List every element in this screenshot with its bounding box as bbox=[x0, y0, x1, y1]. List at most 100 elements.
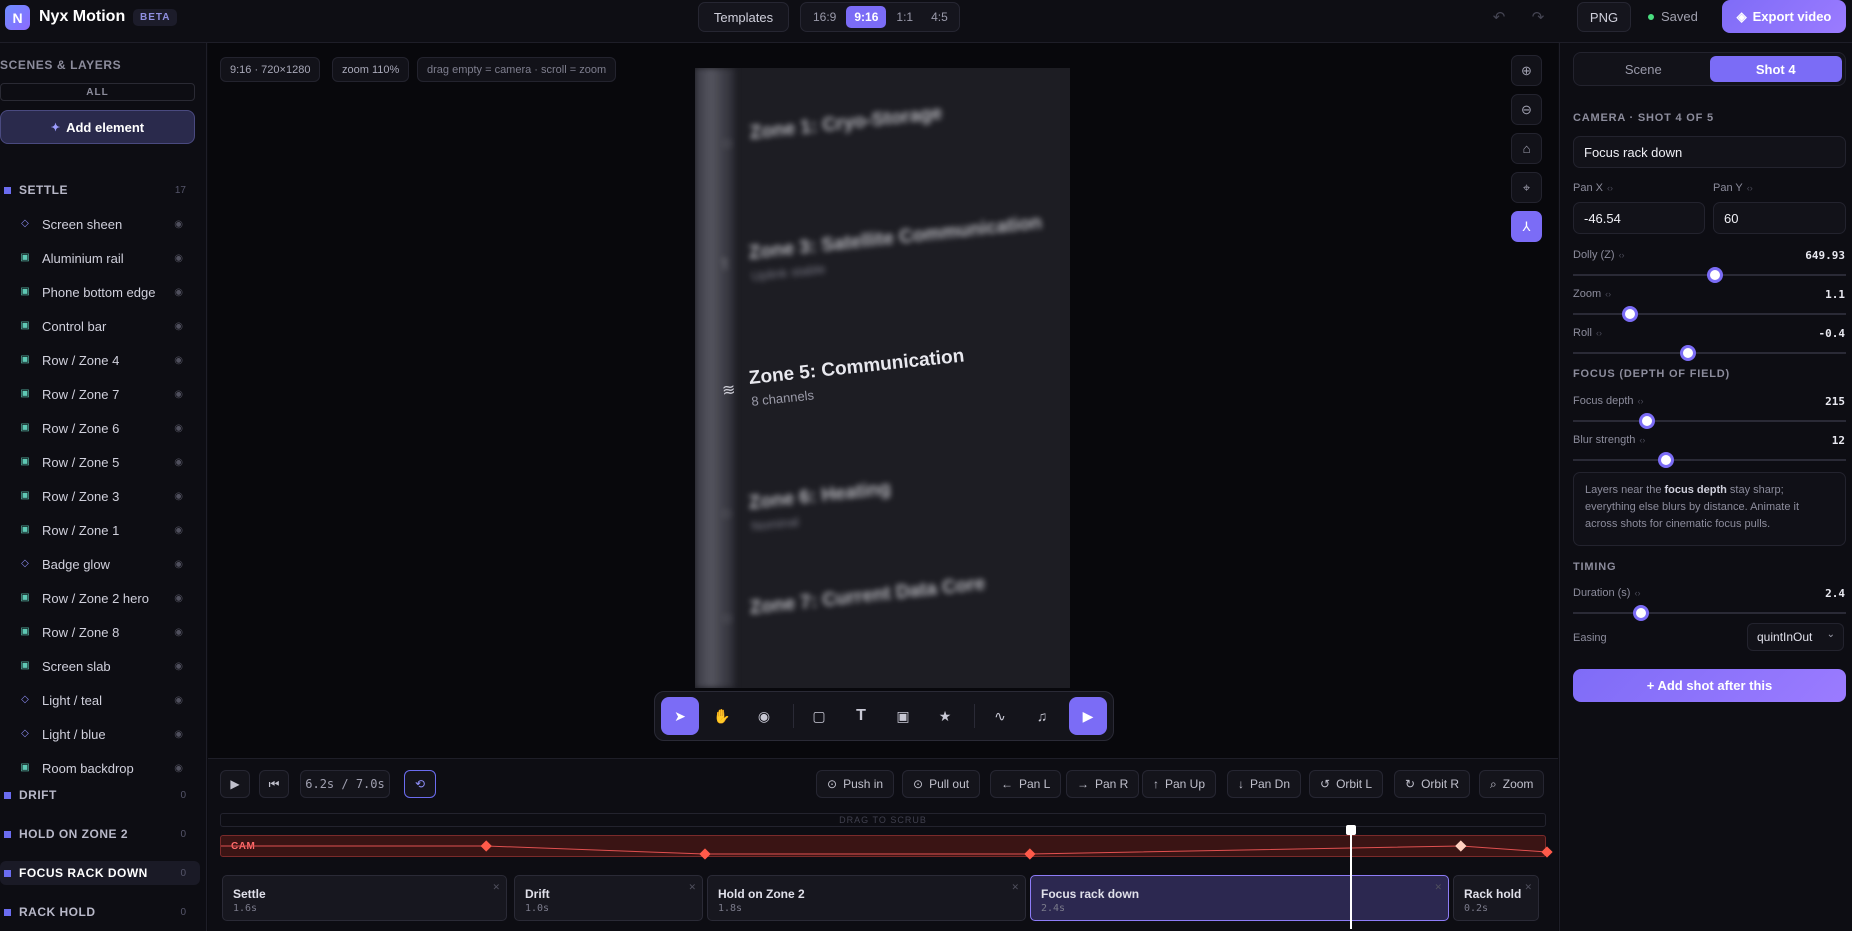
keyframe-diamond[interactable] bbox=[1455, 840, 1467, 852]
pulse-icon[interactable]: ∿ bbox=[981, 697, 1019, 735]
group-settle[interactable]: SETTLE 17 bbox=[0, 178, 200, 202]
slider-knob[interactable] bbox=[1633, 605, 1650, 621]
ratio-1-1[interactable]: 1:1 bbox=[888, 6, 921, 28]
layer-item[interactable]: ◇ Light / teal ◉ bbox=[0, 685, 200, 715]
eye-icon[interactable]: ◉ bbox=[174, 559, 183, 570]
layer-item[interactable]: ▣ Row / Zone 6 ◉ bbox=[0, 413, 200, 443]
close-icon[interactable]: ✕ bbox=[1524, 882, 1532, 893]
play-icon[interactable]: ▶ bbox=[1069, 697, 1107, 735]
axes-icon[interactable]: ⅄ bbox=[1511, 211, 1542, 242]
templates-button[interactable]: Templates bbox=[698, 2, 789, 32]
group-rack-hold[interactable]: RACK HOLD 0 bbox=[0, 900, 200, 924]
layer-item[interactable]: ▣ Aluminium rail ◉ bbox=[0, 243, 200, 273]
shot-clip-drift[interactable]: Drift 1.0s ✕ bbox=[514, 875, 703, 921]
shot-name-input[interactable]: Focus rack down bbox=[1573, 136, 1846, 168]
crosshair-icon[interactable]: ⌖ bbox=[1511, 172, 1542, 203]
layer-item[interactable]: ▣ Room backdrop ◉ bbox=[0, 753, 200, 783]
eye-icon[interactable]: ◉ bbox=[174, 593, 183, 604]
image-icon[interactable]: ▣ bbox=[884, 697, 922, 735]
eye-icon[interactable]: ◉ bbox=[174, 287, 183, 298]
layer-item[interactable]: ◇ Badge glow ◉ bbox=[0, 549, 200, 579]
filter-all-tab[interactable]: ALL bbox=[0, 83, 195, 101]
keyframe-diamond[interactable] bbox=[1024, 848, 1036, 860]
add-element-button[interactable]: ✦ Add element bbox=[0, 110, 195, 144]
format-button[interactable]: PNG bbox=[1577, 2, 1631, 32]
pan-x-input[interactable]: -46.54 bbox=[1573, 202, 1705, 234]
group-focus-rack-down[interactable]: FOCUS RACK DOWN 0 bbox=[0, 861, 200, 885]
ratio-4-5[interactable]: 4:5 bbox=[923, 6, 956, 28]
keyframe-diamond[interactable] bbox=[699, 848, 711, 860]
slider-track[interactable] bbox=[1573, 452, 1846, 468]
pan-up-button[interactable]: ↑ Pan Up bbox=[1142, 770, 1217, 798]
orbit-right-button[interactable]: ↻ Orbit R bbox=[1394, 770, 1471, 798]
playhead[interactable] bbox=[1350, 829, 1352, 929]
undo-icon[interactable]: ↶ bbox=[1489, 8, 1509, 28]
zoom-out-icon[interactable]: ⊖ bbox=[1511, 94, 1542, 125]
easing-select[interactable]: quintInOut ⌄ bbox=[1747, 623, 1844, 651]
music-icon[interactable]: ♫ bbox=[1023, 697, 1061, 735]
ratio-16-9[interactable]: 16:9 bbox=[805, 6, 844, 28]
pointer-icon[interactable]: ➤ bbox=[661, 697, 699, 735]
eye-icon[interactable]: ◉ bbox=[174, 355, 183, 366]
slider-knob[interactable] bbox=[1679, 345, 1696, 361]
zoom-in-icon[interactable]: ⊕ bbox=[1511, 55, 1542, 86]
text-icon[interactable]: T bbox=[842, 697, 880, 735]
close-icon[interactable]: ✕ bbox=[1011, 882, 1019, 893]
layer-item[interactable]: ◇ Light / blue ◉ bbox=[0, 719, 200, 749]
eye-icon[interactable]: ◉ bbox=[174, 253, 183, 264]
push-in-button[interactable]: ⊙ Push in bbox=[816, 770, 895, 798]
star-icon[interactable]: ★ bbox=[926, 697, 964, 735]
pan-y-input[interactable]: 60 bbox=[1713, 202, 1846, 234]
eye-icon[interactable]: ◉ bbox=[174, 219, 183, 230]
hand-icon[interactable]: ✋ bbox=[703, 697, 741, 735]
ratio-9-16[interactable]: 9:16 bbox=[846, 6, 887, 28]
close-icon[interactable]: ✕ bbox=[1434, 882, 1442, 893]
layer-item[interactable]: ▣ Row / Zone 7 ◉ bbox=[0, 379, 200, 409]
layer-item[interactable]: ▣ Row / Zone 2 hero ◉ bbox=[0, 583, 200, 613]
slider-knob[interactable] bbox=[1657, 452, 1674, 468]
tab-shot-4[interactable]: Shot 4 bbox=[1709, 56, 1842, 82]
add-shot-button[interactable]: + Add shot after this bbox=[1573, 669, 1846, 702]
shot-clip-hold-on-zone-2[interactable]: Hold on Zone 2 1.8s ✕ bbox=[707, 875, 1026, 921]
slider-track[interactable] bbox=[1573, 345, 1846, 361]
rectangle-icon[interactable]: ▢ bbox=[800, 697, 838, 735]
pull-out-button[interactable]: ⊙ Pull out bbox=[902, 770, 981, 798]
eye-icon[interactable]: ◉ bbox=[174, 627, 183, 638]
slider-knob[interactable] bbox=[1638, 413, 1655, 429]
home-icon[interactable]: ⌂ bbox=[1511, 133, 1542, 164]
rewind-icon[interactable]: ⏮ bbox=[259, 770, 289, 798]
layer-item[interactable]: ◇ Screen sheen ◉ bbox=[0, 209, 200, 239]
zoom-button[interactable]: ⌕ Zoom bbox=[1479, 770, 1545, 798]
shot-clip-settle[interactable]: Settle 1.6s ✕ bbox=[222, 875, 507, 921]
phone-preview[interactable]: ◌ Zone 1: Cryo-Storage ⟟ Zone 3: Satelli… bbox=[695, 68, 1070, 688]
duration-slider[interactable] bbox=[1573, 605, 1846, 621]
pan-right-button[interactable]: → Pan R bbox=[1066, 770, 1140, 798]
orbit-left-button[interactable]: ↺ Orbit L bbox=[1309, 770, 1384, 798]
group-drift[interactable]: DRIFT 0 bbox=[0, 783, 200, 807]
shot-clip-rack-hold[interactable]: Rack hold 0.2s ✕ bbox=[1453, 875, 1539, 921]
slider-knob[interactable] bbox=[1622, 306, 1639, 322]
group-hold-on-zone-2[interactable]: HOLD ON ZONE 2 0 bbox=[0, 822, 200, 846]
eye-icon[interactable]: ◉ bbox=[174, 491, 183, 502]
pan-left-button[interactable]: ← Pan L bbox=[990, 770, 1062, 798]
export-video-button[interactable]: ◈ Export video bbox=[1722, 0, 1846, 33]
slider-knob[interactable] bbox=[1706, 267, 1723, 283]
eye-icon[interactable]: ◉ bbox=[174, 321, 183, 332]
slider-track[interactable] bbox=[1573, 267, 1846, 283]
layer-item[interactable]: ▣ Row / Zone 8 ◉ bbox=[0, 617, 200, 647]
layer-item[interactable]: ▣ Row / Zone 5 ◉ bbox=[0, 447, 200, 477]
layer-item[interactable]: ▣ Screen slab ◉ bbox=[0, 651, 200, 681]
layer-item[interactable]: ▣ Phone bottom edge ◉ bbox=[0, 277, 200, 307]
slider-track[interactable] bbox=[1573, 413, 1846, 429]
eye-icon[interactable]: ◉ bbox=[174, 423, 183, 434]
redo-icon[interactable]: ↷ bbox=[1528, 8, 1548, 28]
tab-scene[interactable]: Scene bbox=[1577, 56, 1710, 82]
eye-icon[interactable]: ◉ bbox=[174, 695, 183, 706]
close-icon[interactable]: ✕ bbox=[492, 882, 500, 893]
pan-down-button[interactable]: ↓ Pan Dn bbox=[1227, 770, 1302, 798]
close-icon[interactable]: ✕ bbox=[688, 882, 696, 893]
layer-item[interactable]: ▣ Row / Zone 1 ◉ bbox=[0, 515, 200, 545]
layer-item[interactable]: ▣ Row / Zone 3 ◉ bbox=[0, 481, 200, 511]
layer-item[interactable]: ▣ Row / Zone 4 ◉ bbox=[0, 345, 200, 375]
eye-icon[interactable]: ◉ bbox=[174, 763, 183, 774]
